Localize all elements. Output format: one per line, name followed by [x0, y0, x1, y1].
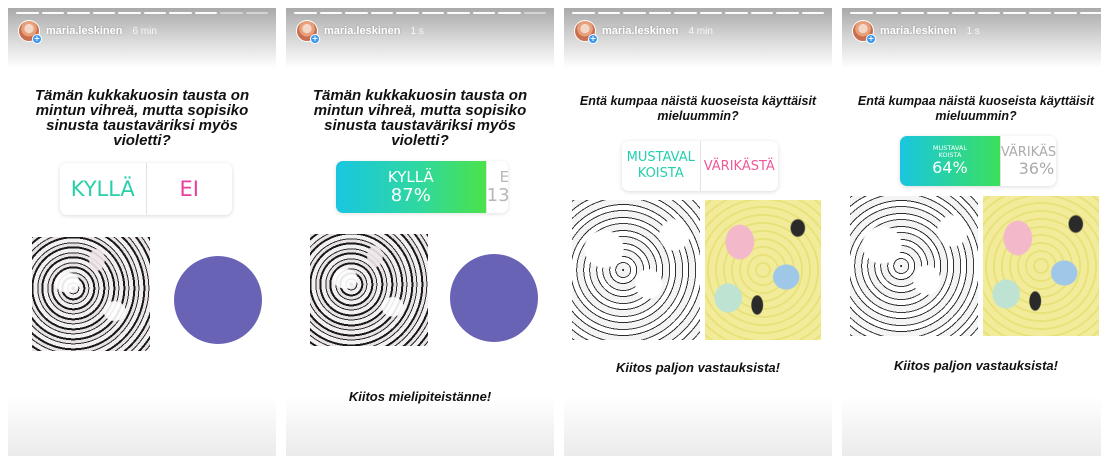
poll-result-label-no: EI — [499, 167, 508, 186]
poll-option-black-white[interactable]: MUSTAVAL KOISTA — [622, 141, 700, 191]
poll-question: Tämän kukkakuosin tausta on mintun vihre… — [34, 87, 250, 149]
thanks-text: Kiitos paljon vastauksista! — [894, 358, 1058, 373]
fabric-photo-black-white — [32, 237, 150, 351]
thanks-text: Kiitos paljon vastauksista! — [616, 360, 780, 375]
fabric-photo-colorful — [983, 196, 1099, 336]
story-1[interactable]: + maria.leskinen 6 min Tämän kukkakuosin… — [8, 8, 276, 456]
poll-result-bar-black-white: MUSTAVAL KOISTA 64% — [900, 136, 1000, 186]
poll-result-percent-colorful: 36% — [1018, 158, 1055, 178]
timestamp: 1 s — [410, 25, 424, 37]
poll-results-sticker: KYLLÄ 87% EI 13% — [336, 161, 508, 213]
poll-result-percent-black-white: 64% — [932, 158, 968, 177]
story-header: + maria.leskinen 1 s — [852, 20, 980, 44]
username[interactable]: maria.leskinen — [880, 25, 956, 37]
poll-sticker: KYLLÄ EI — [60, 163, 232, 215]
violet-color-swatch — [450, 254, 538, 342]
avatar[interactable]: + — [296, 20, 320, 44]
verified-badge-icon: + — [866, 34, 876, 44]
story-2[interactable]: + maria.leskinen 1 s Tämän kukkakuosin t… — [286, 8, 554, 456]
fabric-photo-black-white — [310, 234, 428, 346]
timestamp: 1 s — [966, 25, 980, 37]
violet-color-swatch — [174, 256, 262, 344]
avatar[interactable]: + — [18, 20, 42, 44]
poll-result-label-yes: KYLLÄ — [387, 167, 434, 186]
username[interactable]: maria.leskinen — [46, 25, 122, 37]
verified-badge-icon: + — [32, 34, 42, 44]
fabric-photo-black-white — [850, 196, 978, 336]
poll-option-label-line1: MUSTAVAL — [626, 150, 695, 165]
poll-option-label-line2: KOISTA — [637, 166, 684, 181]
poll-result-percent-no: 13% — [486, 184, 508, 206]
poll-question: Entä kumpaa näistä kuoseista käyttäisit … — [857, 94, 1095, 123]
poll-result-label-colorful: VÄRIKÄSTÄ — [1000, 144, 1056, 160]
avatar[interactable]: + — [574, 20, 598, 44]
story-4[interactable]: + maria.leskinen 1 s Entä kumpaa näistä … — [842, 8, 1101, 456]
thanks-text: Kiitos mielipiteistänne! — [348, 389, 492, 404]
poll-result-no: EI 13% — [485, 161, 508, 213]
story-progress-bar — [572, 12, 824, 15]
poll-option-no[interactable]: EI — [145, 163, 233, 215]
story-header: + maria.leskinen 4 min — [574, 20, 713, 44]
poll-question: Entä kumpaa näistä kuoseista käyttäisit … — [579, 94, 817, 123]
timestamp: 4 min — [688, 25, 713, 37]
poll-option-yes[interactable]: KYLLÄ — [60, 163, 146, 215]
fabric-photo-black-white — [572, 200, 700, 340]
story-progress-bar — [294, 12, 546, 15]
timestamp: 6 min — [132, 25, 157, 37]
verified-badge-icon: + — [588, 34, 598, 44]
poll-results-sticker: MUSTAVAL KOISTA 64% VÄRIKÄSTÄ 36% — [900, 136, 1056, 186]
poll-result-colorful: VÄRIKÄSTÄ 36% — [999, 136, 1056, 186]
poll-option-colorful[interactable]: VÄRIKÄSTÄ — [699, 141, 779, 191]
fabric-photo-colorful — [705, 200, 821, 340]
story-progress-bar — [16, 12, 268, 15]
story-header: + maria.leskinen 1 s — [296, 20, 424, 44]
poll-result-percent-yes: 87% — [390, 184, 431, 206]
verified-badge-icon: + — [310, 34, 320, 44]
avatar[interactable]: + — [852, 20, 876, 44]
poll-result-bar-yes: KYLLÄ 87% — [336, 161, 486, 213]
poll-question: Tämän kukkakuosin tausta on mintun vihre… — [312, 87, 528, 149]
username[interactable]: maria.leskinen — [602, 25, 678, 37]
story-3[interactable]: + maria.leskinen 4 min Entä kumpaa näist… — [564, 8, 832, 456]
story-progress-bar — [850, 12, 1101, 15]
poll-sticker: MUSTAVAL KOISTA VÄRIKÄSTÄ — [622, 141, 778, 191]
username[interactable]: maria.leskinen — [324, 25, 400, 37]
story-header: + maria.leskinen 6 min — [18, 20, 157, 44]
